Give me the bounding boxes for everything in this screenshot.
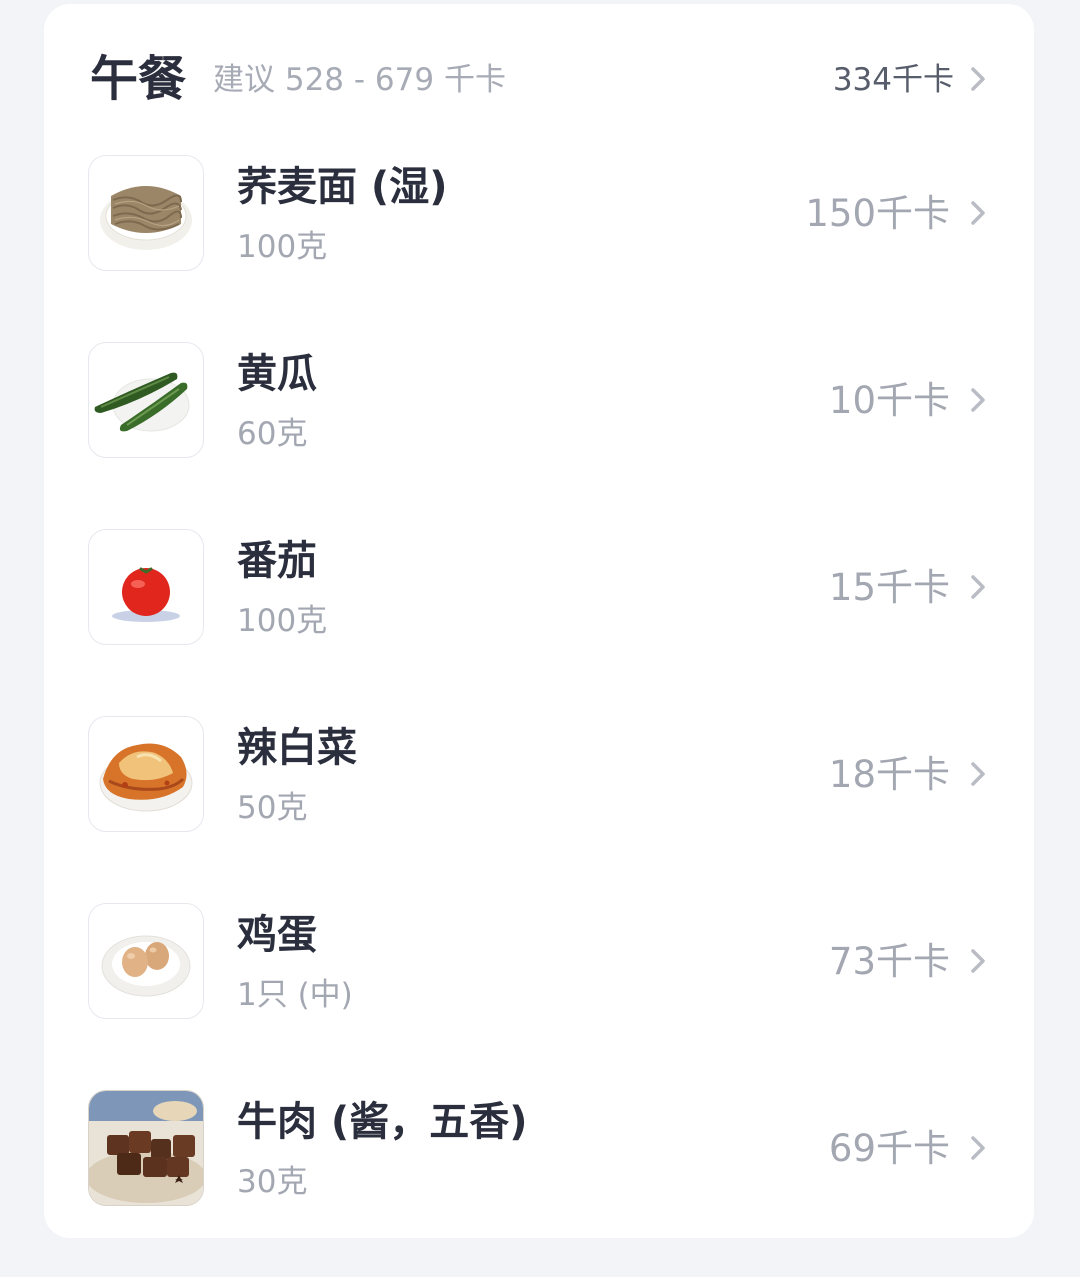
chevron-right-icon: [971, 762, 985, 786]
food-name: 荞麦面 (湿): [237, 164, 448, 210]
eggs-icon: [88, 903, 204, 1019]
braised-beef-icon: [88, 1090, 204, 1206]
meal-title: 午餐: [90, 51, 187, 107]
food-kcal: 15千卡: [828, 566, 950, 609]
food-amount: 50克: [237, 790, 308, 826]
food-item-cucumber[interactable]: 黄瓜 60克 10千卡: [44, 342, 1034, 529]
food-item-braised-beef[interactable]: 牛肉 (酱，五香) 30克 69千卡: [44, 1090, 1034, 1277]
food-amount: 100克: [237, 603, 328, 639]
food-kcal: 150千卡: [805, 192, 950, 235]
food-item-tomato[interactable]: 番茄 100克 15千卡: [44, 529, 1034, 716]
food-item-eggs[interactable]: 鸡蛋 1只 (中) 73千卡: [44, 903, 1034, 1090]
chevron-right-icon: [971, 201, 985, 225]
cucumber-icon: [88, 342, 204, 458]
lunch-card: 午餐 建议 528 - 679 千卡 334千卡 荞麦面 (湿) 100克 15…: [44, 4, 1034, 1238]
food-name: 牛肉 (酱，五香): [237, 1099, 528, 1145]
food-kcal: 69千卡: [828, 1127, 950, 1170]
food-item-kimchi[interactable]: 辣白菜 50克 18千卡: [44, 716, 1034, 903]
meal-total-kcal: 334千卡: [832, 62, 954, 98]
food-name: 辣白菜: [237, 725, 357, 771]
food-item-buckwheat-noodles[interactable]: 荞麦面 (湿) 100克 150千卡: [44, 155, 1034, 342]
food-amount: 100克: [237, 229, 328, 265]
kimchi-icon: [88, 716, 204, 832]
food-name: 番茄: [237, 538, 317, 584]
buckwheat-noodles-icon: [88, 155, 204, 271]
food-name: 鸡蛋: [237, 912, 317, 958]
chevron-right-icon: [971, 1136, 985, 1160]
chevron-right-icon: [971, 575, 985, 599]
food-kcal: 10千卡: [828, 379, 950, 422]
food-amount: 30克: [237, 1164, 308, 1200]
food-amount: 60克: [237, 416, 308, 452]
chevron-right-icon: [971, 949, 985, 973]
chevron-right-icon: [971, 388, 985, 412]
food-amount: 1只 (中): [237, 977, 353, 1013]
meal-suggestion: 建议 528 - 679 千卡: [213, 62, 506, 98]
food-kcal: 73千卡: [828, 940, 950, 983]
tomato-icon: [88, 529, 204, 645]
food-kcal: 18千卡: [828, 753, 950, 796]
chevron-right-icon: [971, 67, 985, 91]
meal-header[interactable]: 午餐 建议 528 - 679 千卡 334千卡: [44, 4, 1034, 144]
food-name: 黄瓜: [237, 351, 317, 397]
